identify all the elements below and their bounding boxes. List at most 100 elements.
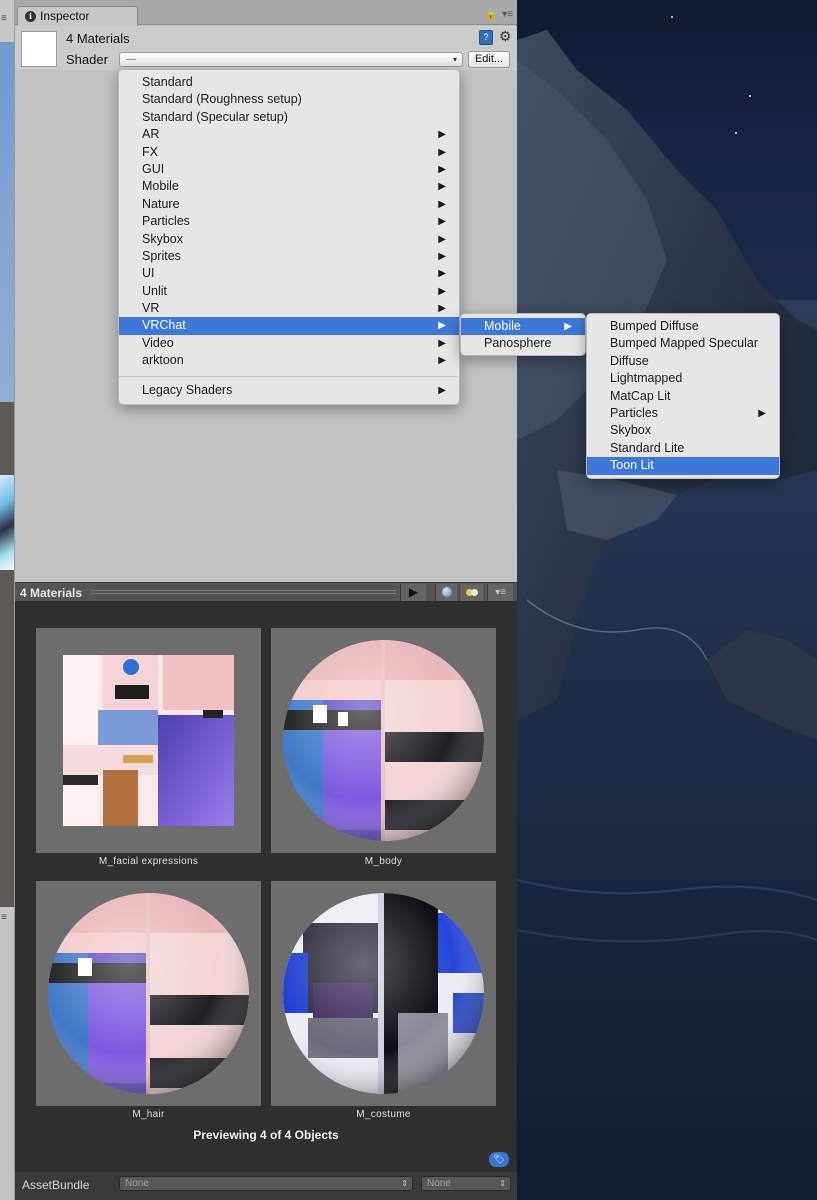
- menu-item-mobile[interactable]: Mobile ▶: [119, 178, 459, 195]
- menu-item-legacy-shaders[interactable]: Legacy Shaders ▶: [119, 382, 459, 399]
- shader-dropdown[interactable]: — ▾: [119, 52, 463, 67]
- submenu-arrow-icon: ▶: [438, 285, 446, 297]
- menu-item-label: Skybox: [610, 423, 651, 438]
- material-name-label: M_facial expressions: [98, 856, 199, 867]
- menu-item-matcap-lit[interactable]: MatCap Lit: [587, 388, 779, 405]
- hamburger-icon: ≡: [1, 13, 7, 24]
- menu-item-standard[interactable]: Standard: [119, 74, 459, 91]
- tab-label: Inspector: [40, 9, 90, 23]
- submenu-arrow-icon: ▶: [438, 216, 446, 228]
- submenu-arrow-icon: ▶: [438, 163, 446, 175]
- gear-icon[interactable]: ⚙: [499, 28, 512, 45]
- menu-item-panosphere[interactable]: Panosphere: [461, 335, 585, 352]
- submenu-arrow-icon: ▶: [438, 198, 446, 210]
- menu-item-label: Particles: [142, 214, 190, 229]
- menu-item-nature[interactable]: Nature ▶: [119, 196, 459, 213]
- shader-menu: Standard Standard (Roughness setup) Standa…: [118, 69, 460, 405]
- facial-texture-preview: [63, 655, 234, 826]
- play-icon[interactable]: ▶: [400, 584, 426, 601]
- menu-item-toon-lit[interactable]: Toon Lit: [587, 457, 779, 475]
- submenu-arrow-icon: ▶: [438, 384, 446, 396]
- asset-bundle-variant-value: None: [427, 1178, 451, 1189]
- menu-item-bumped-mapped-specular[interactable]: Bumped Mapped Specular: [587, 335, 779, 352]
- material-header: 4 Materials Shader — ▾ Edit... ? ⚙: [15, 26, 517, 70]
- sphere-preview-icon[interactable]: [435, 584, 457, 601]
- menu-item-label: UI: [142, 266, 155, 281]
- preview-cell-costume[interactable]: [271, 881, 496, 1106]
- menu-item-particles[interactable]: Particles ▶: [587, 405, 779, 422]
- submenu-arrow-icon: ▶: [438, 129, 446, 141]
- asset-bundle-bar: AssetBundle None ⇕ None ⇕: [15, 1172, 517, 1200]
- coastline-rocks: [517, 30, 817, 1200]
- menu-item-vr[interactable]: VR ▶: [119, 300, 459, 317]
- preview-menu-icon[interactable]: ▾≡: [487, 584, 513, 601]
- menu-item-label: Legacy Shaders: [142, 382, 233, 397]
- preview-cell-hair[interactable]: [36, 881, 261, 1106]
- menu-item-lightmapped[interactable]: Lightmapped: [587, 370, 779, 387]
- edit-shader-button[interactable]: Edit...: [468, 51, 510, 68]
- menu-item-ui[interactable]: UI ▶: [119, 265, 459, 282]
- lights-icon[interactable]: [459, 584, 483, 601]
- menu-item-label: Video: [142, 335, 174, 350]
- submenu-arrow-icon: ▶: [438, 303, 446, 315]
- material-name-label: M_body: [364, 856, 403, 867]
- preview-cell-facial[interactable]: [36, 628, 261, 853]
- submenu-arrow-icon: ▶: [438, 233, 446, 245]
- menu-item-standard-roughness-setup[interactable]: Standard (Roughness setup): [119, 91, 459, 108]
- asset-bundle-name-dropdown[interactable]: None ⇕: [119, 1176, 413, 1191]
- menu-item-bumped-diffuse[interactable]: Bumped Diffuse: [587, 318, 779, 335]
- menu-item-video[interactable]: Video ▶: [119, 335, 459, 352]
- preview-cell-body[interactable]: [271, 628, 496, 853]
- menu-item-label: Panosphere: [484, 336, 552, 351]
- menu-item-label: Bumped Mapped Specular: [610, 336, 759, 351]
- menu-item-label: AR: [142, 127, 160, 142]
- tab-menu-icon[interactable]: ▾≡: [502, 9, 513, 20]
- menu-item-label: MatCap Lit: [610, 388, 671, 403]
- submenu-arrow-icon: ▶: [438, 355, 446, 367]
- scene-sky: [0, 42, 14, 402]
- menu-item-diffuse[interactable]: Diffuse: [587, 353, 779, 370]
- costume-sphere-preview: [283, 893, 484, 1094]
- submenu-arrow-icon: ▶: [438, 268, 446, 280]
- menu-item-label: Sprites: [142, 248, 181, 263]
- hair-sphere-preview: [48, 893, 249, 1094]
- menu-item-mobile[interactable]: Mobile ▶: [461, 318, 585, 336]
- menu-item-vrchat[interactable]: VRChat ▶: [119, 317, 459, 335]
- menu-item-ar[interactable]: AR ▶: [119, 126, 459, 143]
- menu-item-label: Lightmapped: [610, 371, 683, 386]
- help-book-icon[interactable]: ?: [479, 30, 493, 45]
- menu-item-skybox[interactable]: Skybox: [587, 422, 779, 439]
- scene-model: [0, 475, 14, 570]
- menu-item-standard-specular-setup[interactable]: Standard (Specular setup): [119, 109, 459, 126]
- menu-item-label: Bumped Diffuse: [610, 319, 699, 333]
- shader-value: —: [126, 54, 136, 65]
- menu-item-particles[interactable]: Particles ▶: [119, 213, 459, 230]
- desktop-wallpaper: [517, 0, 817, 1200]
- menu-item-arktoon[interactable]: arktoon ▶: [119, 352, 459, 369]
- material-thumbnail: [21, 31, 57, 67]
- menu-item-standard-lite[interactable]: Standard Lite: [587, 440, 779, 457]
- tab-bar: i Inspector 🔒 ▾≡: [15, 0, 517, 26]
- tag-icon[interactable]: 🏷: [489, 1152, 509, 1167]
- asset-bundle-variant-dropdown[interactable]: None ⇕: [421, 1176, 511, 1191]
- lock-icon[interactable]: 🔒: [485, 9, 497, 20]
- menu-item-label: Particles: [610, 405, 658, 420]
- tab-inspector[interactable]: i Inspector: [17, 6, 138, 26]
- asset-bundle-name-value: None: [125, 1178, 149, 1189]
- vrchat-submenu: Mobile ▶ Panosphere: [460, 313, 586, 356]
- menu-separator: [119, 375, 459, 377]
- menu-item-fx[interactable]: FX ▶: [119, 144, 459, 161]
- submenu-arrow-icon: ▶: [438, 181, 446, 193]
- submenu-arrow-icon: ▶: [438, 320, 446, 332]
- material-name-label: M_costume: [356, 1109, 411, 1120]
- menu-item-gui[interactable]: GUI ▶: [119, 161, 459, 178]
- resize-grip[interactable]: [91, 590, 396, 596]
- materials-title: 4 Materials: [66, 31, 130, 46]
- menu-item-skybox[interactable]: Skybox ▶: [119, 231, 459, 248]
- menu-item-label: Skybox: [142, 231, 183, 246]
- mobile-submenu: Bumped Diffuse Bumped Mapped Specular Diff…: [586, 313, 780, 479]
- menu-item-unlit[interactable]: Unlit ▶: [119, 283, 459, 300]
- menu-item-label: arktoon: [142, 353, 184, 368]
- menu-item-sprites[interactable]: Sprites ▶: [119, 248, 459, 265]
- material-name-label: M_hair: [132, 1109, 165, 1120]
